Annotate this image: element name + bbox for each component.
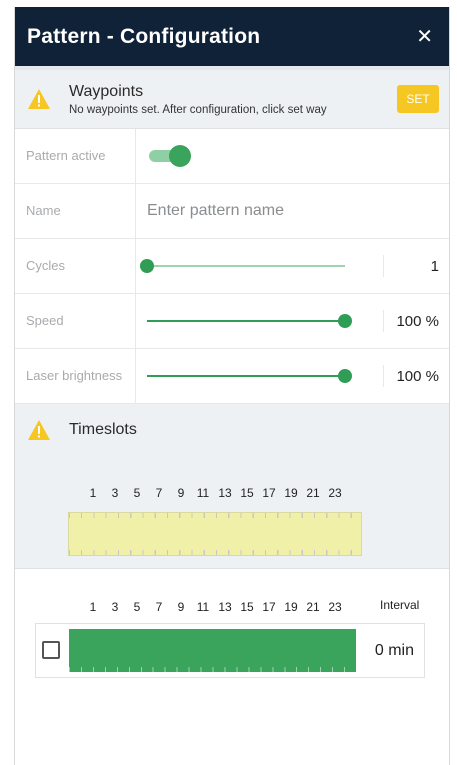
slider-thumb[interactable] bbox=[140, 259, 154, 273]
hour-label: 7 bbox=[155, 600, 163, 614]
laser-brightness-label: Laser brightness bbox=[15, 349, 136, 403]
name-control bbox=[136, 184, 449, 238]
slider-fill bbox=[147, 320, 345, 322]
waypoints-section: Waypoints No waypoints set. After config… bbox=[15, 70, 449, 129]
set-waypoints-button[interactable]: SET bbox=[397, 85, 439, 113]
timeslot-ticks-top bbox=[69, 513, 361, 518]
hour-label: 1 bbox=[89, 486, 97, 500]
hour-label: 9 bbox=[177, 486, 185, 500]
hour-label: 15 bbox=[240, 600, 254, 614]
slider-thumb[interactable] bbox=[338, 369, 352, 383]
speed-label: Speed bbox=[15, 294, 136, 348]
hour-label: 1 bbox=[89, 600, 97, 614]
timeslot-bar[interactable] bbox=[68, 512, 362, 556]
hour-label: 3 bbox=[111, 600, 119, 614]
interval-bar[interactable] bbox=[69, 629, 356, 672]
laser-brightness-slider[interactable] bbox=[147, 368, 352, 384]
speed-slider[interactable] bbox=[147, 313, 352, 329]
interval-label: Interval bbox=[380, 598, 420, 612]
hour-label: 21 bbox=[306, 600, 320, 614]
hour-label: 17 bbox=[262, 600, 276, 614]
pattern-active-toggle[interactable] bbox=[149, 145, 191, 167]
warning-icon bbox=[28, 420, 50, 440]
hour-label: 23 bbox=[328, 600, 342, 614]
name-label: Name bbox=[15, 184, 136, 238]
waypoints-title: Waypoints bbox=[69, 82, 144, 100]
cycles-slider[interactable] bbox=[140, 258, 345, 274]
hour-label: 15 bbox=[240, 486, 254, 500]
timeslot-ticks-bottom bbox=[69, 550, 361, 555]
waypoints-text: Waypoints No waypoints set. After config… bbox=[69, 83, 389, 116]
hour-label: 11 bbox=[196, 486, 210, 500]
hour-label: 13 bbox=[218, 600, 232, 614]
hour-label: 5 bbox=[133, 600, 141, 614]
speed-control bbox=[136, 294, 383, 348]
cycles-row: Cycles 1 bbox=[15, 239, 449, 294]
close-icon[interactable]: ✕ bbox=[412, 20, 437, 53]
hour-label: 9 bbox=[177, 600, 185, 614]
cycles-value: 1 bbox=[383, 255, 449, 277]
hour-label: 23 bbox=[328, 486, 342, 500]
toggle-knob bbox=[169, 145, 191, 167]
hour-label: 19 bbox=[284, 600, 298, 614]
timeslots-header: Timeslots bbox=[15, 404, 449, 456]
interval-row: 0 min bbox=[35, 623, 425, 678]
interval-hours: 1 3 5 7 9 11 13 15 17 19 21 23 bbox=[82, 600, 346, 614]
pattern-active-label: Pattern active bbox=[15, 129, 136, 183]
warning-icon bbox=[28, 89, 50, 109]
hour-label: 3 bbox=[111, 486, 119, 500]
timeslot-hours-top: 1 3 5 7 9 11 13 15 17 19 21 23 bbox=[82, 486, 346, 500]
hour-label: 21 bbox=[306, 486, 320, 500]
interval-ticks bbox=[69, 667, 356, 672]
interval-checkbox[interactable] bbox=[42, 641, 60, 659]
laser-brightness-row: Laser brightness 100 % bbox=[15, 349, 449, 404]
slider-fill bbox=[147, 375, 345, 377]
timeslots-title: Timeslots bbox=[69, 421, 137, 438]
cycles-label: Cycles bbox=[15, 239, 136, 293]
cycles-control bbox=[136, 239, 383, 293]
pattern-active-row: Pattern active bbox=[15, 129, 449, 184]
hour-label: 5 bbox=[133, 486, 141, 500]
hour-label: 11 bbox=[196, 600, 210, 614]
speed-value: 100 % bbox=[383, 310, 449, 332]
interval-value: 0 min bbox=[374, 642, 414, 659]
speed-row: Speed 100 % bbox=[15, 294, 449, 349]
pattern-active-control bbox=[136, 129, 449, 183]
slider-rail bbox=[147, 265, 345, 267]
hour-label: 13 bbox=[218, 486, 232, 500]
name-row: Name bbox=[15, 184, 449, 239]
laser-brightness-value: 100 % bbox=[383, 365, 449, 387]
hour-label: 17 bbox=[262, 486, 276, 500]
waypoints-description: No waypoints set. After configuration, c… bbox=[69, 103, 327, 116]
pattern-name-input[interactable] bbox=[147, 202, 407, 220]
laser-brightness-control bbox=[136, 349, 383, 403]
hour-label: 7 bbox=[155, 486, 163, 500]
hour-label: 19 bbox=[284, 486, 298, 500]
panel-title: Pattern - Configuration bbox=[27, 24, 261, 48]
slider-thumb[interactable] bbox=[338, 314, 352, 328]
panel-header: Pattern - Configuration ✕ bbox=[15, 7, 449, 66]
